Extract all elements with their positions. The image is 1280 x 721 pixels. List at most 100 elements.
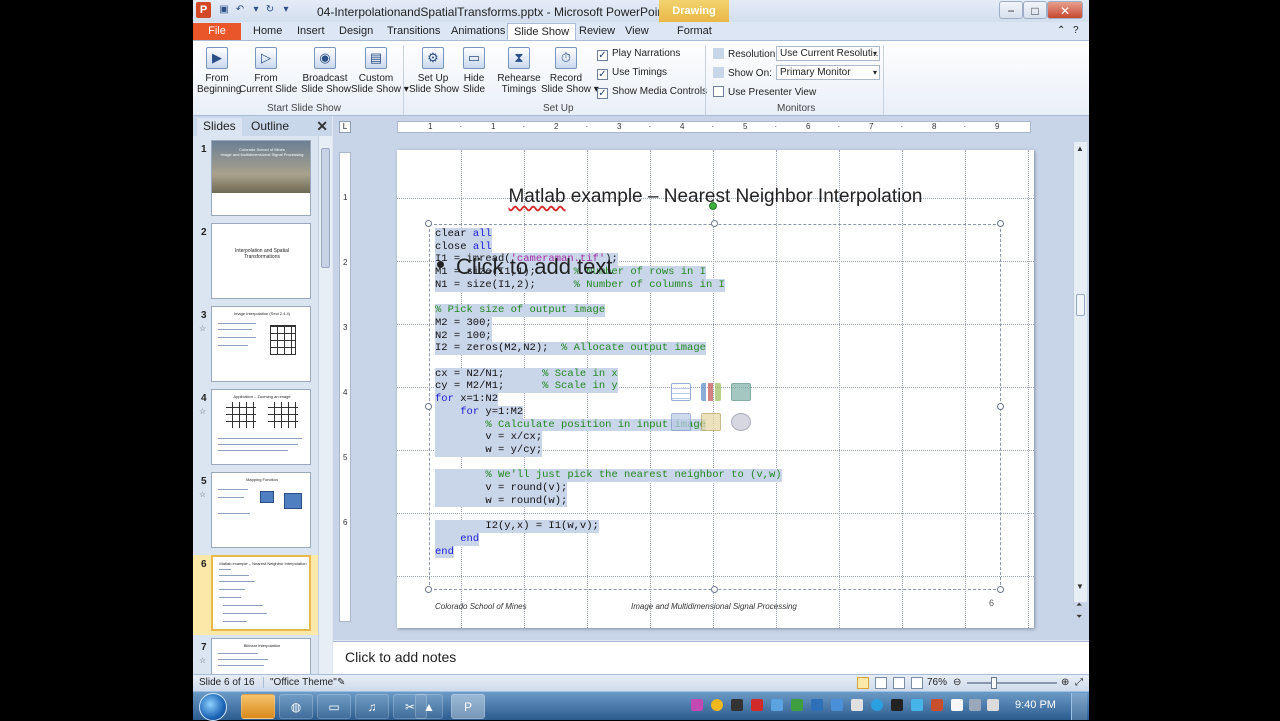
set-up-slide-show-button[interactable]: ⚙ Set Up Slide Show (409, 47, 459, 95)
zoom-in-icon[interactable]: ⊕ (1061, 677, 1069, 688)
explorer-taskbar-icon[interactable]: ▭ (317, 694, 351, 719)
powerpoint-logo-icon[interactable]: P (196, 2, 211, 18)
minimize-button[interactable]: − (999, 1, 1023, 19)
resize-handle[interactable] (425, 403, 432, 410)
reading-view-icon[interactable] (893, 677, 905, 689)
tab-outline[interactable]: Outline (245, 118, 295, 136)
tray-icon[interactable] (831, 699, 843, 711)
tray-icon[interactable] (871, 699, 883, 711)
from-current-slide-button[interactable]: ▷ From Current Slide (239, 47, 297, 95)
resize-handle[interactable] (997, 403, 1004, 410)
zoom-slider-knob[interactable] (991, 677, 997, 689)
slide-footer-center[interactable]: Image and Multidimensional Signal Proces… (631, 602, 797, 611)
tray-icon[interactable] (891, 699, 903, 711)
windows-start-icon[interactable] (199, 693, 227, 721)
resize-handle[interactable] (711, 586, 718, 593)
tray-icon[interactable] (851, 699, 863, 711)
horizontal-ruler[interactable]: 1 · 1 · 2 · 3 · 4 · 5 · 6 · 7 · 8 · 9 (397, 121, 1031, 133)
slide-number[interactable]: 6 (989, 598, 994, 608)
notes-placeholder[interactable]: Click to add notes (345, 649, 456, 665)
resize-handle[interactable] (997, 220, 1004, 227)
outlook-taskbar-icon[interactable] (241, 694, 275, 719)
scroll-down-icon[interactable]: ▼ (1076, 582, 1084, 591)
resize-handle[interactable] (425, 220, 432, 227)
insert-chart-icon[interactable] (701, 383, 721, 401)
record-slide-show-button[interactable]: ⏱Record Slide Show ▾ (541, 47, 599, 95)
volume-icon[interactable] (987, 699, 999, 711)
slide-thumbnail-1[interactable]: 1 Colorado School of Mines Image and Mul… (193, 140, 318, 220)
rehearse-timings-button[interactable]: ⧗ Rehearse Timings (497, 47, 541, 95)
fit-to-window-icon[interactable]: ⤢ (1075, 677, 1083, 688)
slide-thumbnail-2[interactable]: 2 Interpolation and Spatial Transformati… (193, 223, 318, 303)
redo-icon[interactable]: ↻ (263, 3, 277, 17)
use-timings-checkbox[interactable]: ✓ Use Timings (597, 67, 667, 80)
next-slide-icon[interactable]: ⏷ (1076, 612, 1082, 622)
zoom-out-icon[interactable]: ⊖ (953, 677, 961, 688)
zoom-level[interactable]: 76% (927, 677, 947, 688)
play-narrations-checkbox[interactable]: ✓ Play Narrations (597, 48, 680, 61)
tray-icon[interactable] (911, 699, 923, 711)
tab-format[interactable]: Format (671, 23, 718, 40)
tray-icon[interactable] (731, 699, 743, 711)
insert-clip-art-icon[interactable] (701, 413, 721, 431)
vertical-ruler[interactable]: 1 2 3 4 5 6 (339, 152, 351, 622)
spell-check-icon[interactable]: ✎ (337, 677, 345, 688)
scrollbar-thumb[interactable] (1076, 294, 1085, 316)
customize-qat-icon[interactable]: ▾ (279, 3, 293, 17)
use-presenter-view-checkbox[interactable]: Use Presenter View (713, 86, 816, 98)
tab-design[interactable]: Design (333, 23, 379, 40)
tab-review[interactable]: Review (573, 23, 621, 40)
matlab-taskbar-icon[interactable]: ▲ (415, 694, 443, 719)
custom-slide-show-button[interactable]: ▤ Custom Slide Show ▾ (351, 47, 409, 95)
tab-insert[interactable]: Insert (291, 23, 331, 40)
tray-icon[interactable] (771, 699, 783, 711)
close-pane-icon[interactable]: ✕ (316, 118, 328, 135)
tab-selector-icon[interactable]: L (339, 121, 351, 133)
tab-home[interactable]: Home (247, 23, 288, 40)
click-to-add-text-placeholder[interactable]: Click to add text (437, 254, 613, 280)
slides-pane-scrollbar[interactable] (318, 136, 332, 674)
scrollbar-thumb[interactable] (321, 148, 330, 268)
zoom-slider[interactable] (967, 682, 1057, 684)
slide-sorter-view-icon[interactable] (875, 677, 887, 689)
taskbar-clock[interactable]: 9:40 PM (1015, 699, 1056, 711)
scroll-up-icon[interactable]: ▲ (1076, 144, 1084, 153)
slide-show-view-icon[interactable] (911, 677, 923, 689)
undo-dropdown-icon[interactable]: ▾ (249, 3, 263, 17)
editor-vertical-scrollbar[interactable]: ▲ ▼ ⏶ ⏷ (1073, 142, 1087, 621)
resize-handle[interactable] (425, 586, 432, 593)
tab-slides[interactable]: Slides (197, 118, 242, 136)
chrome-taskbar-icon[interactable]: ◍ (279, 694, 313, 719)
tray-icon[interactable] (691, 699, 703, 711)
slide-thumbnail-4[interactable]: 4 ☆ Application – Zooming an image (193, 389, 318, 469)
tab-animations[interactable]: Animations (445, 23, 511, 40)
tray-icon[interactable] (751, 699, 763, 711)
insert-smartart-icon[interactable] (731, 383, 751, 401)
slide-thumbnail-3[interactable]: 3 ☆ Image Interpolation (Sect 2.4.4) (193, 306, 318, 386)
slide-footer-left[interactable]: Colorado School of Mines (435, 602, 527, 611)
insert-picture-icon[interactable] (671, 413, 691, 431)
tray-icon[interactable] (931, 699, 943, 711)
powerpoint-taskbar-icon[interactable]: P (451, 694, 485, 719)
notes-pane[interactable]: Click to add notes (333, 641, 1089, 674)
resize-handle[interactable] (711, 220, 718, 227)
resize-handle[interactable] (997, 586, 1004, 593)
close-button[interactable]: ✕ (1047, 1, 1083, 19)
tray-icon[interactable] (711, 699, 723, 711)
help-icon[interactable]: ? (1067, 23, 1085, 40)
tab-file[interactable]: File (193, 23, 241, 40)
maximize-button[interactable]: □ (1023, 1, 1047, 19)
insert-table-icon[interactable] (671, 383, 691, 401)
rotate-handle[interactable] (709, 202, 717, 210)
network-icon[interactable] (969, 699, 981, 711)
theme-name[interactable]: "Office Theme" (263, 677, 337, 688)
tab-slide-show[interactable]: Slide Show (507, 23, 577, 40)
tray-icon[interactable] (791, 699, 803, 711)
resolution-select[interactable]: Use Current Resoluti... ▾ (776, 46, 880, 61)
itunes-taskbar-icon[interactable]: ♫ (355, 694, 389, 719)
show-on-select[interactable]: Primary Monitor ▾ (776, 65, 880, 80)
show-media-controls-checkbox[interactable]: ✓ Show Media Controls (597, 86, 707, 99)
tab-view[interactable]: View (619, 23, 655, 40)
slide-thumbnail-5[interactable]: 5 ☆ Mapping Function (193, 472, 318, 552)
from-beginning-button[interactable]: ▶ From Beginning (197, 47, 241, 95)
